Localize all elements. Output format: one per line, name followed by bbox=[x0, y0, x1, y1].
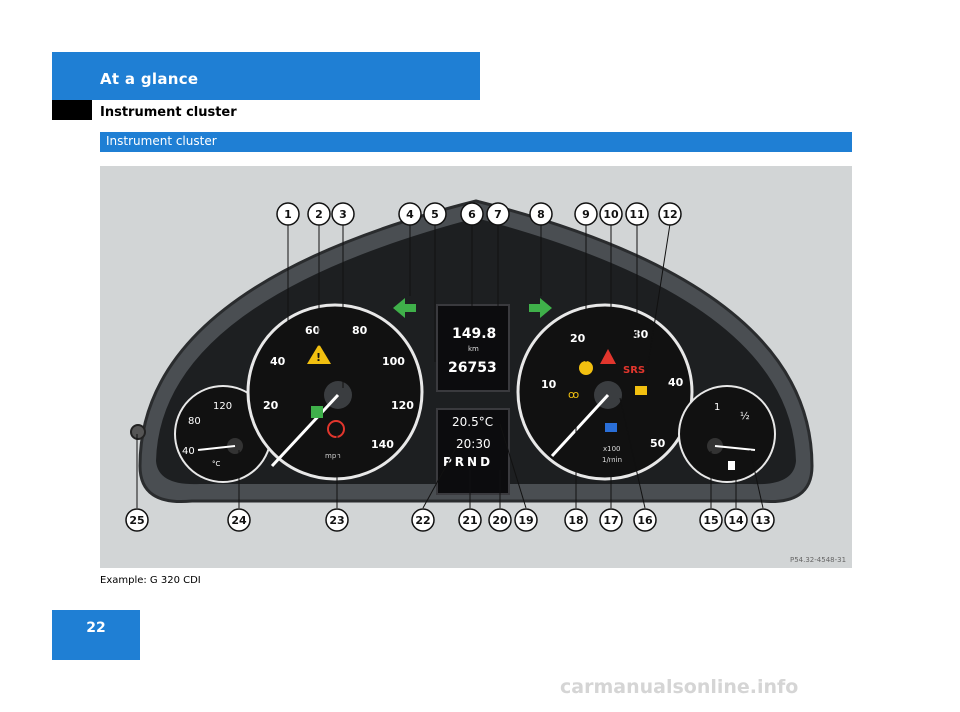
warning-triangle-mark: ! bbox=[316, 351, 321, 364]
callout-number: 25 bbox=[129, 514, 144, 527]
reset-button bbox=[130, 424, 146, 440]
callout-number: 15 bbox=[703, 514, 718, 527]
image-code: P54.32-4548-31 bbox=[790, 556, 846, 564]
callout-number: 9 bbox=[582, 208, 590, 221]
tacho-tick-label: 50 bbox=[650, 437, 666, 450]
preglow-indicator-icon: ꝏ bbox=[568, 388, 579, 401]
callout-number: 2 bbox=[315, 208, 323, 221]
instrument-cluster-figure: 40 80 120 °C 20 40 60 80 100 120 140 ! m… bbox=[100, 166, 852, 568]
callout-number: 8 bbox=[537, 208, 545, 221]
outside-temperature: 20.5°C bbox=[452, 415, 493, 429]
section-marker bbox=[52, 100, 92, 120]
callout-number: 11 bbox=[629, 208, 644, 221]
fuel-tick-label: 1 bbox=[714, 402, 720, 413]
coolant-tick-label: 40 bbox=[182, 446, 195, 457]
tacho-tick-label: 20 bbox=[570, 332, 586, 345]
coolant-tick-label: 120 bbox=[213, 401, 232, 412]
tacho-unit: x100 bbox=[603, 445, 621, 453]
speedo-tick-label: 40 bbox=[270, 355, 286, 368]
speedo-tick-label: 80 bbox=[352, 324, 368, 337]
speedo-tick-label: 60 bbox=[305, 324, 321, 337]
callout-row-bottom: 25 24 23 22 21 20 19 18 17 16 15 14 13 bbox=[125, 508, 775, 532]
callout-number: 5 bbox=[431, 208, 439, 221]
callout-number: 3 bbox=[339, 208, 347, 221]
callout-number: 10 bbox=[603, 208, 619, 221]
high-beam-indicator-icon bbox=[605, 423, 617, 432]
speed-unit: mph bbox=[325, 452, 341, 460]
srs-label: SRS bbox=[623, 365, 645, 376]
tacho-unit: 1/min bbox=[602, 456, 622, 464]
speedo-tick-label: 100 bbox=[382, 355, 405, 368]
trip-meter: 149.8 bbox=[452, 326, 496, 342]
instrument-cluster-illustration: 40 80 120 °C 20 40 60 80 100 120 140 ! m… bbox=[125, 199, 846, 564]
figure-caption: Example: G 320 CDI bbox=[100, 575, 201, 586]
callout-number: 4 bbox=[406, 208, 414, 221]
subsection-heading: Instrument cluster bbox=[100, 105, 237, 120]
odometer: 26753 bbox=[448, 360, 497, 376]
tacho-tick-label: 40 bbox=[668, 376, 684, 389]
callout-number: 19 bbox=[518, 514, 533, 527]
trip-unit: km bbox=[468, 345, 479, 353]
page-number: 22 bbox=[86, 620, 106, 636]
low-beam-indicator-icon bbox=[311, 406, 323, 418]
callout-number: 23 bbox=[329, 514, 344, 527]
callout-number: 6 bbox=[468, 208, 476, 221]
callout-number: 1 bbox=[284, 208, 292, 221]
callout-number: 12 bbox=[662, 208, 677, 221]
coolant-tick-label: 80 bbox=[188, 416, 201, 427]
callout-number: 24 bbox=[231, 514, 247, 527]
callout-number: 21 bbox=[462, 514, 477, 527]
fuel-pump-icon bbox=[728, 461, 735, 470]
callout-number: 14 bbox=[728, 514, 744, 527]
callout-number: 16 bbox=[637, 514, 653, 527]
fuel-gauge bbox=[678, 385, 776, 483]
tacho-tick-label: 10 bbox=[541, 378, 557, 391]
callout-row-top: 1 2 3 4 5 6 7 8 9 10 11 12 bbox=[276, 202, 682, 226]
callout-number: 7 bbox=[494, 208, 502, 221]
check-engine-icon bbox=[635, 386, 647, 395]
speedo-tick-label: 140 bbox=[371, 438, 394, 451]
callout-number: 22 bbox=[415, 514, 430, 527]
callout-number: 20 bbox=[492, 514, 508, 527]
fuel-tick-label: ½ bbox=[740, 410, 750, 422]
coolant-unit: °C bbox=[212, 460, 221, 468]
speedo-tick-label: 120 bbox=[391, 399, 414, 412]
section-tab-title: At a glance bbox=[100, 70, 199, 88]
tacho-tick-label: 30 bbox=[633, 328, 649, 341]
callout-number: 18 bbox=[568, 514, 583, 527]
callout-number: 17 bbox=[603, 514, 618, 527]
watermark: carmanualsonline.info bbox=[560, 676, 799, 698]
abs-warning-icon bbox=[579, 361, 593, 375]
section-bar-title: Instrument cluster bbox=[106, 134, 217, 148]
speedo-tick-label: 20 bbox=[263, 399, 279, 412]
callout-number: 13 bbox=[755, 514, 770, 527]
clock: 20:30 bbox=[456, 437, 491, 451]
